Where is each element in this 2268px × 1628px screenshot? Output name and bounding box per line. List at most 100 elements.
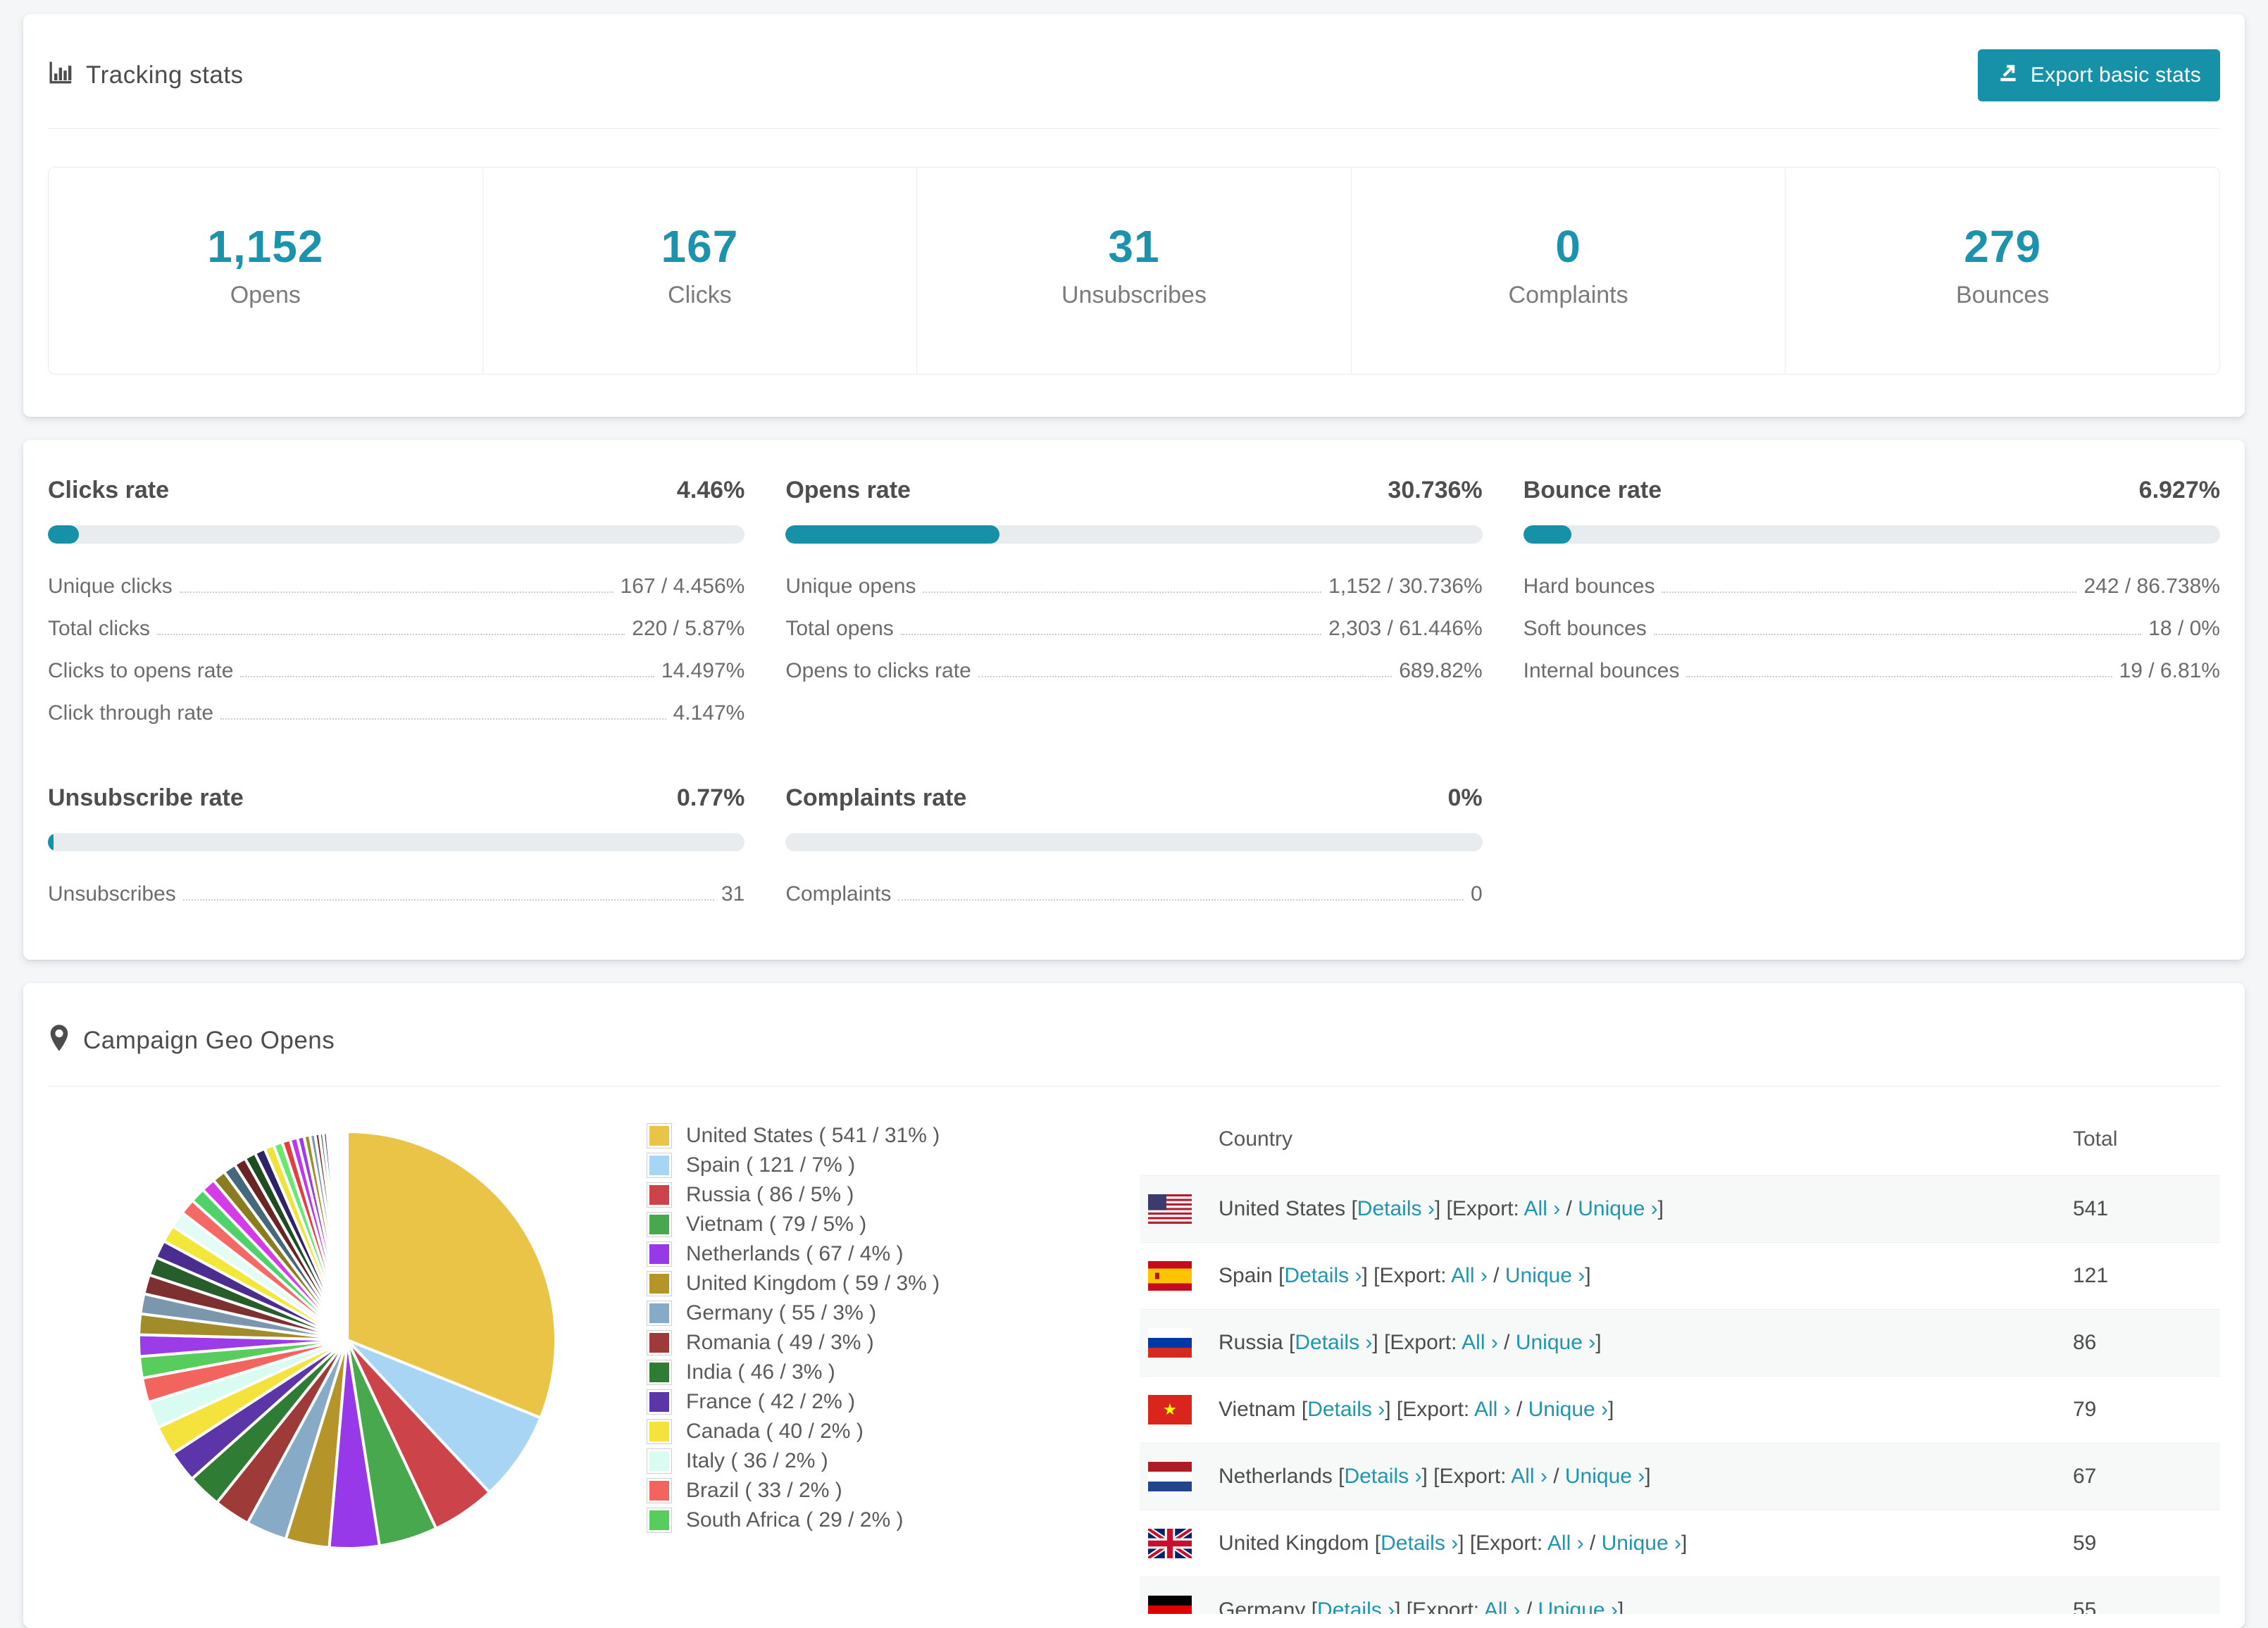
export-prefix: ] [Export: bbox=[1395, 1598, 1484, 1614]
export-suffix: ] bbox=[1657, 1197, 1664, 1220]
export-unique-link[interactable]: Unique › bbox=[1602, 1532, 1681, 1555]
geo-table-row-es: Spain [Details ›] [Export: All › / Uniqu… bbox=[1140, 1242, 2220, 1310]
legend-item-south-africa[interactable]: South Africa ( 29 / 2% ) bbox=[647, 1508, 1140, 1533]
rate-stat-label: Internal bounces bbox=[1523, 659, 1680, 682]
legend-item-germany[interactable]: Germany ( 55 / 3% ) bbox=[647, 1301, 1140, 1326]
country-links: Germany [Details ›] [Export: All › / Uni… bbox=[1219, 1598, 1624, 1614]
legend-label: Germany ( 55 / 3% ) bbox=[686, 1301, 877, 1325]
legend-item-vietnam[interactable]: Vietnam ( 79 / 5% ) bbox=[647, 1212, 1140, 1237]
legend-swatch bbox=[647, 1212, 672, 1237]
rate-progress-fill bbox=[785, 525, 1000, 544]
country-total: 86 bbox=[2073, 1331, 2097, 1354]
export-all-link[interactable]: All › bbox=[1524, 1197, 1561, 1220]
stat-value: 31 bbox=[1108, 221, 1160, 272]
legend-label: Spain ( 121 / 7% ) bbox=[686, 1153, 856, 1177]
legend-item-canada[interactable]: Canada ( 40 / 2% ) bbox=[647, 1419, 1140, 1444]
summary-stats-row: 1,152 Opens 167 Clicks 31 Unsubscribes 0 Compla… bbox=[48, 167, 2220, 375]
country-links: Russia [Details ›] [Export: All › / Uniq… bbox=[1219, 1331, 1602, 1355]
legend-item-romania[interactable]: Romania ( 49 / 3% ) bbox=[647, 1330, 1140, 1355]
legend-item-india[interactable]: India ( 46 / 3% ) bbox=[647, 1360, 1140, 1385]
tracking-stats-title-row: Tracking stats bbox=[48, 60, 244, 92]
rate-stat-label: Complaints bbox=[785, 882, 892, 906]
legend-label: Italy ( 36 / 2% ) bbox=[686, 1449, 828, 1472]
dotted-leader bbox=[978, 676, 1392, 677]
export-basic-stats-button[interactable]: Export basic stats bbox=[1977, 49, 2220, 101]
summary-stat-complaints: 0 Complaints bbox=[1352, 168, 1786, 374]
legend-swatch bbox=[647, 1478, 672, 1503]
legend-item-brazil[interactable]: Brazil ( 33 / 2% ) bbox=[647, 1478, 1140, 1503]
details-link[interactable]: Details › bbox=[1357, 1197, 1435, 1220]
export-all-link[interactable]: All › bbox=[1474, 1398, 1511, 1421]
stat-label: Unsubscribes bbox=[1061, 282, 1207, 308]
stat-value: 279 bbox=[1964, 221, 2042, 272]
rate-stat-value: 0 bbox=[1470, 882, 1483, 906]
rate-title: Unsubscribe rate bbox=[48, 784, 244, 811]
stat-label: Bounces bbox=[1956, 282, 2050, 308]
rate-stat-row: Click through rate 4.147% bbox=[48, 701, 744, 725]
rate-stat-label: Unsubscribes bbox=[48, 882, 176, 906]
dotted-leader bbox=[1662, 591, 2077, 593]
export-prefix: ] [Export: bbox=[1385, 1398, 1474, 1421]
rate-stat-value: 1,152 / 30.736% bbox=[1328, 575, 1483, 598]
legend-item-united-kingdom[interactable]: United Kingdom ( 59 / 3% ) bbox=[647, 1271, 1140, 1296]
legend-item-spain[interactable]: Spain ( 121 / 7% ) bbox=[647, 1153, 1140, 1178]
export-unique-link[interactable]: Unique › bbox=[1565, 1465, 1645, 1488]
legend-item-united-states[interactable]: United States ( 541 / 31% ) bbox=[647, 1123, 1140, 1148]
tracking-stats-header: Tracking stats Export basic stats bbox=[48, 49, 2220, 101]
summary-stat-clicks: 167 Clicks bbox=[483, 168, 918, 374]
export-all-link[interactable]: All › bbox=[1511, 1465, 1547, 1488]
country-name: Germany [ bbox=[1219, 1598, 1318, 1614]
legend-item-italy[interactable]: Italy ( 36 / 2% ) bbox=[647, 1448, 1140, 1474]
export-all-link[interactable]: All › bbox=[1547, 1532, 1584, 1555]
rate-section-complaints-rate: Complaints rate 0% Complaints 0 bbox=[785, 784, 1483, 925]
export-all-link[interactable]: All › bbox=[1484, 1598, 1521, 1614]
export-prefix: ] [Export: bbox=[1458, 1532, 1547, 1555]
legend-label: Brazil ( 33 / 2% ) bbox=[686, 1479, 842, 1502]
geo-title: Campaign Geo Opens bbox=[83, 1027, 335, 1054]
export-unique-link[interactable]: Unique › bbox=[1516, 1331, 1595, 1354]
rate-stat-value: 18 / 0% bbox=[2148, 617, 2220, 640]
legend-item-netherlands[interactable]: Netherlands ( 67 / 4% ) bbox=[647, 1241, 1140, 1267]
stat-value: 0 bbox=[1555, 221, 1581, 272]
link-separator: / bbox=[1497, 1331, 1516, 1354]
country-name: Russia [ bbox=[1219, 1331, 1295, 1354]
export-all-link[interactable]: All › bbox=[1451, 1264, 1488, 1287]
bar-chart-icon bbox=[48, 60, 73, 92]
geo-divider bbox=[48, 1086, 2220, 1087]
rate-stat-label: Clicks to opens rate bbox=[48, 659, 234, 682]
export-all-link[interactable]: All › bbox=[1462, 1331, 1498, 1354]
rate-stat-row: Total opens 2,303 / 61.446% bbox=[785, 617, 1482, 641]
geo-opens-pie-chart bbox=[137, 1129, 557, 1550]
stat-label: Complaints bbox=[1508, 282, 1628, 308]
export-unique-link[interactable]: Unique › bbox=[1505, 1264, 1585, 1287]
export-prefix: ] [Export: bbox=[1372, 1331, 1462, 1354]
column-header-total: Total bbox=[2073, 1127, 2118, 1151]
export-unique-link[interactable]: Unique › bbox=[1538, 1598, 1618, 1614]
rate-stat-row: Internal bounces 19 / 6.81% bbox=[1524, 659, 2220, 683]
country-links: Spain [Details ›] [Export: All › / Uniqu… bbox=[1219, 1264, 1591, 1288]
legend-swatch bbox=[647, 1330, 672, 1355]
dotted-leader bbox=[157, 634, 625, 635]
details-link[interactable]: Details › bbox=[1307, 1398, 1385, 1421]
geo-pie-legend: United States ( 541 / 31% ) Spain ( 121 /… bbox=[647, 1103, 1140, 1614]
details-link[interactable]: Details › bbox=[1317, 1598, 1395, 1614]
export-unique-link[interactable]: Unique › bbox=[1528, 1398, 1608, 1421]
rate-stat-value: 31 bbox=[721, 882, 745, 906]
details-link[interactable]: Details › bbox=[1381, 1532, 1458, 1555]
rates-grid: Clicks rate 4.46% Unique clicks 167 / 4.456… bbox=[48, 477, 2220, 925]
rate-progress-bar bbox=[48, 525, 745, 544]
rate-progress-fill bbox=[1523, 525, 1572, 544]
rate-value: 0% bbox=[1447, 784, 1483, 811]
stat-value: 1,152 bbox=[207, 221, 324, 272]
details-link[interactable]: Details › bbox=[1344, 1465, 1421, 1488]
export-unique-link[interactable]: Unique › bbox=[1578, 1197, 1657, 1220]
legend-swatch bbox=[647, 1389, 672, 1415]
details-link[interactable]: Details › bbox=[1295, 1331, 1372, 1354]
export-suffix: ] bbox=[1585, 1264, 1591, 1287]
details-link[interactable]: Details › bbox=[1284, 1264, 1362, 1287]
legend-item-russia[interactable]: Russia ( 86 / 5% ) bbox=[647, 1182, 1140, 1208]
export-icon bbox=[1997, 61, 2019, 89]
legend-swatch bbox=[647, 1360, 672, 1385]
rate-stat-value: 689.82% bbox=[1399, 659, 1483, 682]
legend-item-france[interactable]: France ( 42 / 2% ) bbox=[647, 1389, 1140, 1415]
